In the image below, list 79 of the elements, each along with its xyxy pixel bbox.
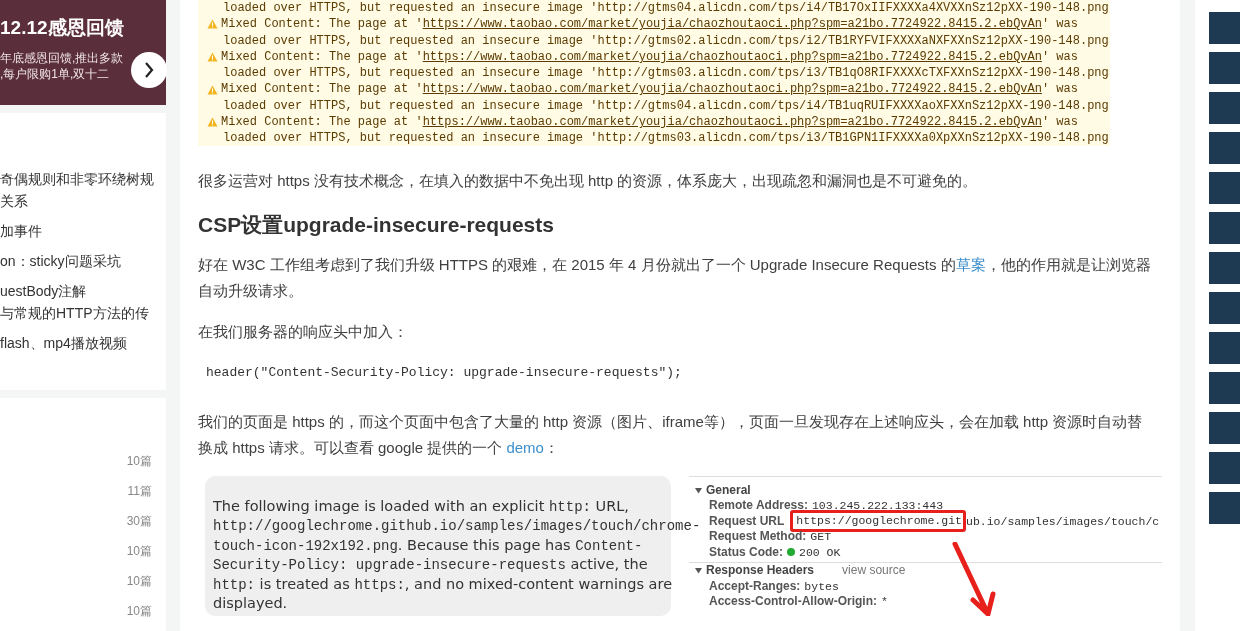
thumbnail-placeholder[interactable] — [1209, 12, 1240, 44]
article-link[interactable]: uestBody注解 与常规的HTTP方法的传 — [0, 280, 166, 324]
page-link[interactable]: https://www.taobao.com/market/youjia/chaozhoutaoci.php?spm=a21bo.7724922.8415.2.ebQvAn — [422, 82, 1042, 97]
warning-icon — [207, 52, 218, 63]
console-message: loaded over HTTPS, but requested an insecure image 'http://gtms04.alicdn.com/tps/i4/TB17OxIIFXXXXa4XVXXnSz12pXX-190-148.png — [222, 0, 1110, 17]
thumbnail-placeholder[interactable] — [1209, 92, 1240, 124]
warning-icon — [207, 19, 218, 30]
thumbnail-placeholder[interactable] — [1209, 452, 1240, 484]
down-triangle-icon[interactable] — [695, 567, 702, 575]
promo-text: ,每户限购1单,双十二 — [0, 66, 111, 82]
promo-banner[interactable]: 12.12感恩回馈 年底感恩回馈,推出多款 ,每户限购1单,双十二 — [0, 0, 166, 105]
header-label: Status Code: — [709, 544, 783, 560]
header-label: Access-Control-Allow-Origin: — [709, 594, 877, 610]
note-text: touch-icon-192x192.png. Because this page has Content- — [213, 535, 643, 555]
thumbnail-placeholder[interactable] — [1209, 332, 1240, 364]
header-label: Request Method: — [709, 529, 807, 545]
article-link[interactable]: on：sticky问题采坑 — [0, 250, 166, 272]
section-title: Response Headers — [706, 563, 815, 579]
promo-title: 12.12感恩回馈 — [0, 16, 125, 40]
article-count: 30篇 — [126, 513, 152, 530]
promo-text: 年底感恩回馈,推出多款 — [0, 50, 125, 66]
code-snippet: header("Content-Security-Policy: upgrade-insecure-requests"); — [205, 364, 683, 382]
page-link[interactable]: https://www.taobao.com/market/youjia/chaozhoutaoci.php?spm=a21bo.7724922.8415.2.ebQvAn — [422, 17, 1042, 32]
page-link[interactable]: https://www.taobao.com/market/youjia/chaozhoutaoci.php?spm=a21bo.7724922.8415.2.ebQvAn — [422, 115, 1042, 130]
article-count: 11篇 — [127, 483, 152, 500]
note-text: Security-Policy: upgrade-insecure-requests active, the — [213, 555, 648, 575]
thumbnail-placeholder[interactable] — [1209, 252, 1240, 284]
section-heading: CSP设置upgrade-insecure-requests — [198, 212, 555, 238]
header-value: ub.io/samples/images/touch/c — [966, 513, 1160, 529]
header-value: https://googlechrome.git — [796, 514, 962, 529]
thumbnail-placeholder[interactable] — [1209, 212, 1240, 244]
console-message: loaded over HTTPS, but requested an insecure image 'http://gtms04.alicdn.com/tps/i4/TB1uqRUIFXXXXaoXFXXnSz12pXX-190-148.png — [222, 97, 1110, 115]
console-message: loaded over HTTPS, but requested an insecure image 'http://gtms02.alicdn.com/tps/i2/TB1RYFVIFXXXXaNXFXXnSz12pXX-190-148.png — [222, 32, 1110, 49]
chevron-right-icon — [144, 62, 154, 78]
header-value: 103.245.222.133:443 — [811, 498, 944, 514]
article-count: 10篇 — [126, 543, 152, 560]
console-message: Mixed Content: The page at 'https://www.taobao.com/market/youjia/chaozhoutaoci.php?spm=a21bo.7724922.8415.2.ebQvAn' was — [221, 114, 1078, 131]
paragraph: 我们的页面是 https 的，而这个页面中包含了大量的 http 资源（图片、iframe等），页面一旦发现存在上述响应头，会在加载 http 资源时自动替换成 https 请求。可以查看 google 提供的一个 demo： — [198, 411, 1144, 458]
warning-icon — [207, 84, 218, 95]
section-title: General — [706, 482, 751, 498]
header-label: Remote Address: — [709, 498, 808, 514]
thumbnail-placeholder[interactable] — [1209, 492, 1240, 524]
inline-link[interactable]: demo — [506, 438, 544, 456]
down-triangle-icon[interactable] — [695, 486, 702, 494]
article-count: 10篇 — [126, 603, 152, 620]
console-message: loaded over HTTPS, but requested an insecure image 'http://gtms03.alicdn.com/tps/i3/TB1GPN1IFXXXXa0XpXXnSz12pXX-190-148.png — [222, 130, 1110, 147]
header-value: GET — [810, 529, 832, 545]
thumbnail-placeholder[interactable] — [1209, 132, 1240, 164]
header-label: Accept-Ranges: — [709, 578, 801, 594]
article-link[interactable]: 奇偶规则和非零环绕树规 关系 — [0, 168, 166, 212]
console-message: Mixed Content: The page at 'https://www.taobao.com/market/youjia/chaozhoutaoci.php?spm=a21bo.7724922.8415.2.ebQvAn' was — [221, 81, 1078, 98]
next-button[interactable] — [131, 52, 167, 88]
article-link[interactable]: flash、mp4播放视频 — [0, 332, 166, 354]
header-label: Request URL — [709, 513, 785, 529]
console-message: loaded over HTTPS, but requested an insecure image 'http://gtms03.alicdn.com/tps/i3/TB1qO8RIFXXXXcTXFXXnSz12pXX-190-148.png — [222, 65, 1110, 82]
article-link[interactable]: 加事件 — [0, 220, 166, 242]
note-text: The following image is loaded with an explicit http: URL, — [213, 496, 629, 516]
thumbnail-placeholder[interactable] — [1209, 52, 1240, 84]
thumbnail-placeholder[interactable] — [1209, 172, 1240, 204]
note-text: http://googlechrome.github.io/samples/images/touch/chrome- — [213, 517, 701, 536]
console-message: Mixed Content: The page at 'https://www.taobao.com/market/youjia/chaozhoutaoci.php?spm=a21bo.7724922.8415.2.ebQvAn' was — [221, 48, 1078, 66]
thumbnail-placeholder[interactable] — [1209, 412, 1240, 444]
paragraph: 在我们服务器的响应头中加入： — [198, 322, 409, 342]
note-text: http: is treated as https:, and no mixed-content warnings are — [213, 574, 673, 594]
page-link[interactable]: https://www.taobao.com/market/youjia/chaozhoutaoci.php?spm=a21bo.7724922.8415.2.ebQvAn — [422, 49, 1042, 64]
header-value: * — [881, 594, 888, 610]
thumbnail-placeholder[interactable] — [1209, 372, 1240, 404]
header-value: bytes — [804, 578, 839, 594]
view-source-link[interactable]: view source — [842, 563, 906, 579]
warning-icon — [207, 117, 218, 128]
inline-link[interactable]: 草案 — [955, 256, 986, 273]
thumbnail-placeholder[interactable] — [1209, 292, 1240, 324]
article-count: 10篇 — [126, 573, 152, 590]
note-text: displayed. — [213, 594, 288, 613]
header-value: 200 OK — [799, 544, 841, 560]
paragraph: 好在 W3C 工作组考虑到了我们升级 HTTPS 的艰难，在 2015 年 4 月份就出了一个 Upgrade Insecure Requests 的草案，他的作用就是让浏览器自动升级请求。 — [198, 255, 1152, 301]
console-message: Mixed Content: The page at 'https://www.taobao.com/market/youjia/chaozhoutaoci.php?spm=a21bo.7724922.8415.2.ebQvAn' was — [221, 16, 1078, 33]
paragraph: 很多运营对 https 没有技术概念，在填入的数据中不免出现 http 的资源，体系庞大，出现疏忽和漏洞也是不可避免的。 — [198, 171, 979, 191]
article-count: 10篇 — [126, 453, 152, 470]
